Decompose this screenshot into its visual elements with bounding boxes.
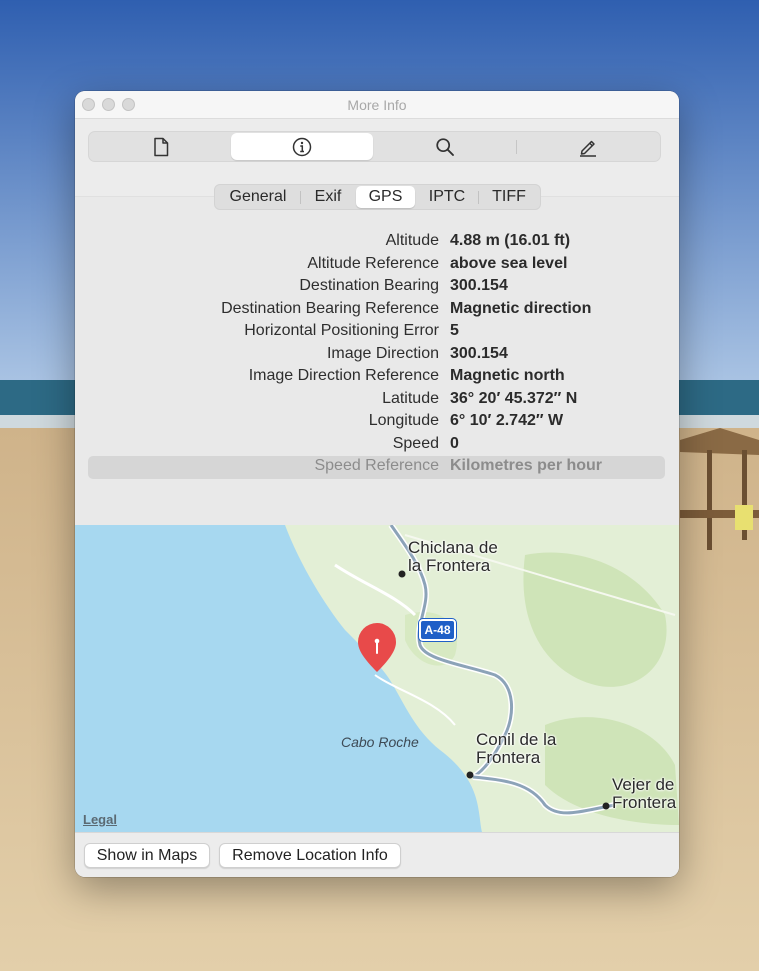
property-value: 5 xyxy=(450,322,459,339)
search-icon xyxy=(436,137,454,156)
road-badge-a48: A-48 xyxy=(419,619,456,641)
map-legal-link[interactable]: Legal xyxy=(83,812,117,827)
title-bar[interactable]: More Info xyxy=(75,91,679,119)
property-value: 36° 20′ 45.372″ N xyxy=(450,389,578,407)
gps-properties-list: Altitude 4.88 m (16.01 ft) Altitude Refe… xyxy=(75,231,679,479)
property-value: Magnetic direction xyxy=(450,299,592,317)
property-key: Altitude xyxy=(385,232,439,249)
property-key: Horizontal Positioning Error xyxy=(244,322,439,339)
tab-general[interactable]: General xyxy=(216,186,300,208)
property-row[interactable]: Altitude Reference above sea level xyxy=(75,254,679,277)
window-title: More Info xyxy=(347,97,407,113)
property-key: Altitude Reference xyxy=(307,254,439,272)
property-value: 300.154 xyxy=(450,277,508,294)
property-row-selected[interactable]: Speed Reference Kilometres per hour xyxy=(88,456,665,479)
property-value: above sea level xyxy=(450,254,568,272)
document-icon xyxy=(154,137,169,156)
property-key: Image Direction Reference xyxy=(248,367,439,384)
property-row[interactable]: Speed 0 xyxy=(75,434,679,457)
map-place-conil: Conil de la Frontera xyxy=(476,730,557,767)
property-row[interactable]: Latitude 36° 20′ 45.372″ N xyxy=(75,389,679,412)
more-info-tab-button[interactable] xyxy=(231,133,373,160)
map-canvas xyxy=(75,525,679,832)
general-info-tab-button[interactable] xyxy=(90,133,232,160)
property-row[interactable]: Destination Bearing 300.154 xyxy=(75,276,679,299)
map-cape-label: Cabo Roche xyxy=(341,734,419,750)
property-key: Longitude xyxy=(368,412,439,429)
pencil-icon xyxy=(580,140,596,157)
property-key: Destination Bearing xyxy=(299,277,439,294)
metadata-tabs: General Exif GPS IPTC TIFF xyxy=(214,184,541,210)
property-key: Destination Bearing Reference xyxy=(221,299,439,317)
property-row[interactable]: Image Direction 300.154 xyxy=(75,344,679,367)
property-row[interactable]: Horizontal Positioning Error 5 xyxy=(75,321,679,344)
property-value: 300.154 xyxy=(450,344,508,362)
remove-location-info-button[interactable]: Remove Location Info xyxy=(219,843,401,868)
property-value: 0 xyxy=(450,434,459,452)
location-map[interactable]: Chiclana de la Frontera A-48 Cabo Roche … xyxy=(75,525,679,832)
property-key: Latitude xyxy=(382,389,439,407)
annotate-tab-button[interactable] xyxy=(517,133,659,160)
property-key: Speed xyxy=(392,434,439,452)
property-row[interactable]: Altitude 4.88 m (16.01 ft) xyxy=(75,231,679,254)
inspector-toolbar xyxy=(88,131,661,162)
property-value: Magnetic north xyxy=(450,367,565,384)
property-row[interactable]: Longitude 6° 10′ 2.742″ W xyxy=(75,411,679,434)
property-key: Speed Reference xyxy=(314,457,439,474)
more-info-window: More Info General Exif GPS IPTC TIFF Alt… xyxy=(75,91,679,877)
search-tab-button[interactable] xyxy=(374,133,516,160)
tab-iptc[interactable]: IPTC xyxy=(416,186,478,208)
property-value: 6° 10′ 2.742″ W xyxy=(450,412,564,429)
property-value: 4.88 m (16.01 ft) xyxy=(450,232,571,249)
property-value: Kilometres per hour xyxy=(450,457,603,474)
property-key: Image Direction xyxy=(326,344,439,362)
show-in-maps-button[interactable]: Show in Maps xyxy=(84,843,210,868)
footer-bar: Show in Maps Remove Location Info xyxy=(75,832,679,877)
tab-exif[interactable]: Exif xyxy=(301,186,355,208)
info-icon xyxy=(292,137,312,156)
tab-gps[interactable]: GPS xyxy=(356,186,415,208)
map-place-chiclana: Chiclana de la Frontera xyxy=(408,538,498,575)
map-place-vejer: Vejer de Frontera xyxy=(612,775,677,812)
property-row[interactable]: Image Direction Reference Magnetic north xyxy=(75,366,679,389)
property-row[interactable]: Destination Bearing Reference Magnetic d… xyxy=(75,299,679,322)
tab-tiff[interactable]: TIFF xyxy=(479,186,539,208)
